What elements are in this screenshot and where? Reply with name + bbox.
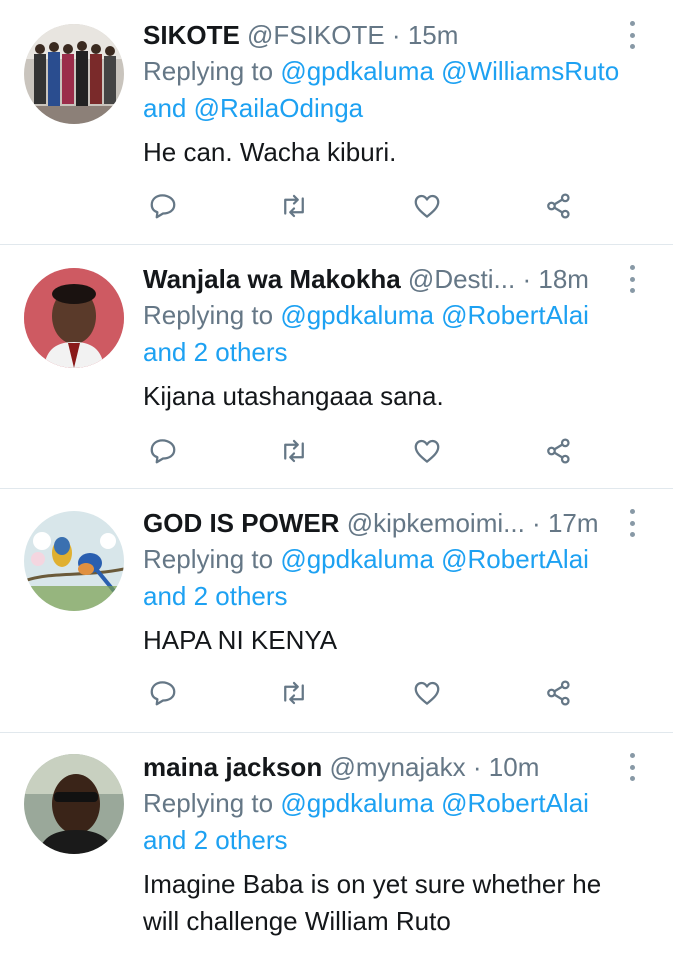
tweet-content: GOD IS POWER @kipkemoimi... · 17m Replyi… [143, 505, 653, 659]
tweet-header: SIKOTE @FSIKOTE · 15m [143, 17, 653, 53]
tweet-actions [143, 673, 583, 713]
replying-label: Replying to [143, 788, 274, 818]
separator-dot: · [472, 752, 482, 782]
reply-context: Replying to @gpdkaluma @RobertAlai and 2… [143, 541, 653, 615]
reply-context: Replying to @gpdkaluma @RobertAlai and 2… [143, 785, 653, 859]
tweet-actions [143, 431, 583, 471]
reply-context: Replying to @gpdkaluma @WilliamsRuto and… [143, 53, 653, 127]
timestamp: 17m [547, 508, 599, 538]
tweet-item[interactable]: maina jackson @mynajakx · 10m Replying t… [0, 733, 673, 958]
separator-dot: · [391, 20, 401, 50]
tweet-content: SIKOTE @FSIKOTE · 15m Replying to @gpdka… [143, 17, 653, 171]
avatar-portrait [24, 754, 124, 854]
mention-link[interactable]: @gpdkaluma [280, 788, 434, 818]
replying-label: Replying to [143, 300, 274, 330]
tweet-content: maina jackson @mynajakx · 10m Replying t… [143, 749, 653, 940]
retweet-icon [284, 439, 304, 463]
tweet-feed: SIKOTE @FSIKOTE · 15m Replying to @gpdka… [0, 0, 673, 958]
mention-conjunction: and [143, 93, 187, 123]
mention-link[interactable]: @RobertAlai [441, 300, 589, 330]
others-link[interactable]: and 2 others [143, 825, 288, 855]
avatar-birds-image [24, 511, 124, 611]
timestamp: 18m [538, 264, 589, 294]
user-handle[interactable]: @FSIKOTE [247, 20, 385, 50]
tweet-text: HAPA NI KENYA [143, 625, 338, 655]
reply-icon [150, 439, 176, 464]
display-name[interactable]: GOD IS POWER [143, 508, 339, 538]
tweet-item[interactable]: SIKOTE @FSIKOTE · 15m Replying to @gpdka… [0, 0, 673, 245]
timestamp: 15m [407, 20, 459, 50]
avatar[interactable] [24, 24, 124, 124]
tweet-actions [143, 186, 583, 226]
more-vertical-icon[interactable] [627, 265, 637, 293]
like-button[interactable] [407, 431, 447, 471]
mention-link[interactable]: @RailaOdinga [194, 93, 363, 123]
retweet-icon [284, 194, 304, 218]
display-name[interactable]: SIKOTE [143, 20, 240, 50]
user-handle[interactable]: @Desti... [408, 264, 515, 294]
tweet-item[interactable]: GOD IS POWER @kipkemoimi... · 17m Replyi… [0, 489, 673, 733]
tweet-text: Kijana utashangaaa sana. [143, 381, 444, 411]
more-vertical-icon[interactable] [627, 753, 637, 781]
reply-context: Replying to @gpdkaluma @RobertAlai and 2… [143, 297, 653, 371]
avatar-group-photo [24, 24, 124, 124]
mention-link[interactable]: @gpdkaluma [280, 544, 434, 574]
avatar[interactable] [24, 754, 124, 854]
tweet-text: He can. Wacha kiburi. [143, 137, 397, 167]
share-icon [547, 193, 570, 219]
avatar-portrait [24, 268, 124, 368]
more-vertical-icon[interactable] [627, 21, 637, 49]
like-button[interactable] [407, 673, 447, 713]
heart-icon [414, 194, 440, 218]
tweet-content: Wanjala wa Makokha @Desti... · 18m Reply… [143, 261, 653, 415]
user-handle[interactable]: @kipkemoimi... [347, 508, 525, 538]
share-button[interactable] [539, 431, 579, 471]
reply-button[interactable] [143, 673, 183, 713]
heart-icon [414, 681, 440, 705]
retweet-button[interactable] [274, 431, 314, 471]
tweet-header: GOD IS POWER @kipkemoimi... · 17m [143, 505, 653, 541]
user-handle[interactable]: @mynajakx [329, 752, 465, 782]
tweet-item[interactable]: Wanjala wa Makokha @Desti... · 18m Reply… [0, 245, 673, 489]
share-icon [547, 680, 570, 706]
more-vertical-icon[interactable] [627, 509, 637, 537]
display-name[interactable]: maina jackson [143, 752, 322, 782]
mention-link[interactable]: @gpdkaluma [280, 56, 434, 86]
mention-link[interactable]: @gpdkaluma [280, 300, 434, 330]
reply-button[interactable] [143, 186, 183, 226]
mention-link[interactable]: @RobertAlai [441, 544, 589, 574]
reply-button[interactable] [143, 431, 183, 471]
tweet-header: maina jackson @mynajakx · 10m [143, 749, 653, 785]
tweet-text: Imagine Baba is on yet sure whether he w… [143, 869, 602, 936]
share-button[interactable] [539, 186, 579, 226]
mention-link[interactable]: @RobertAlai [441, 788, 589, 818]
avatar[interactable] [24, 511, 124, 611]
others-link[interactable]: and 2 others [143, 337, 288, 367]
replying-label: Replying to [143, 56, 274, 86]
share-button[interactable] [539, 673, 579, 713]
tweet-header: Wanjala wa Makokha @Desti... · 18m [143, 261, 653, 297]
timestamp: 10m [488, 752, 540, 782]
retweet-button[interactable] [274, 673, 314, 713]
avatar[interactable] [24, 268, 124, 368]
mention-link[interactable]: @WilliamsRuto [441, 56, 619, 86]
share-icon [547, 438, 570, 464]
heart-icon [414, 439, 440, 463]
retweet-button[interactable] [274, 186, 314, 226]
separator-dot: · [532, 508, 541, 538]
like-button[interactable] [407, 186, 447, 226]
reply-icon [150, 194, 176, 219]
display-name[interactable]: Wanjala wa Makokha [143, 264, 401, 294]
separator-dot: · [522, 264, 532, 294]
others-link[interactable]: and 2 others [143, 581, 288, 611]
reply-icon [150, 681, 176, 706]
retweet-icon [284, 681, 304, 705]
replying-label: Replying to [143, 544, 274, 574]
